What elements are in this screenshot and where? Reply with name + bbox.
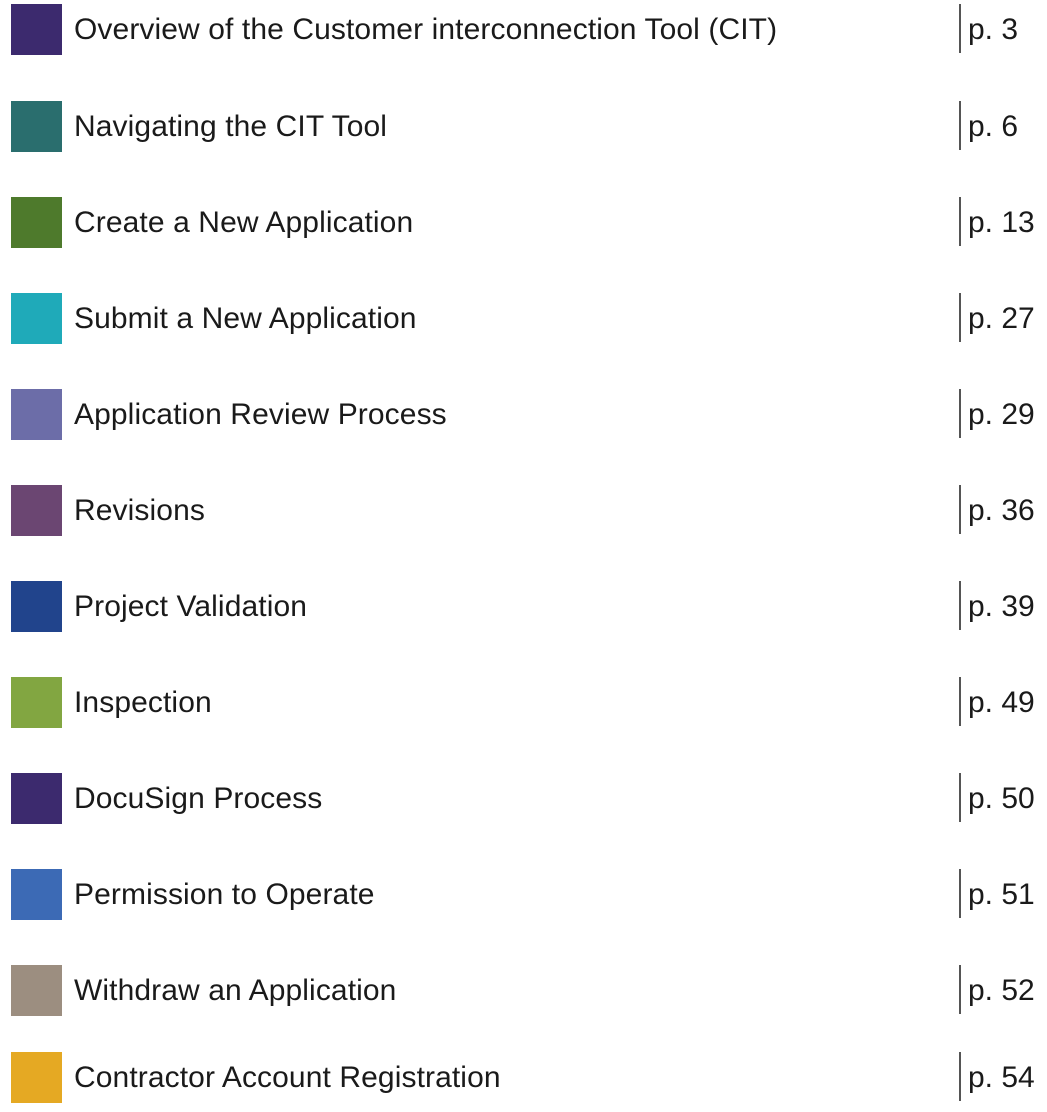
section-color-swatch xyxy=(11,101,62,152)
section-color-swatch xyxy=(11,197,62,248)
toc-entry-title[interactable]: Contractor Account Registration xyxy=(74,1060,501,1096)
toc-entry-page[interactable]: p. 54 xyxy=(968,1060,1035,1096)
page-divider xyxy=(959,869,961,918)
toc-entry-page[interactable]: p. 49 xyxy=(968,685,1035,721)
toc-entry[interactable]: Submit a New Application p. 27 xyxy=(0,293,1047,353)
toc-entry-title[interactable]: Navigating the CIT Tool xyxy=(74,109,387,145)
section-color-swatch xyxy=(11,869,62,920)
page-divider xyxy=(959,389,961,438)
section-color-swatch xyxy=(11,4,62,55)
toc-entry-title[interactable]: Overview of the Customer interconnection… xyxy=(74,12,777,48)
toc-entry-title[interactable]: Submit a New Application xyxy=(74,301,417,337)
toc-entry-page[interactable]: p. 6 xyxy=(968,109,1018,145)
section-color-swatch xyxy=(11,1052,62,1103)
section-color-swatch xyxy=(11,581,62,632)
toc-entry[interactable]: Inspection p. 49 xyxy=(0,677,1047,737)
toc-entry-page[interactable]: p. 39 xyxy=(968,589,1035,625)
section-color-swatch xyxy=(11,389,62,440)
toc-entry-title[interactable]: Revisions xyxy=(74,493,205,529)
toc-entry-page[interactable]: p. 51 xyxy=(968,877,1035,913)
toc-entry-title[interactable]: DocuSign Process xyxy=(74,781,322,817)
page-divider xyxy=(959,293,961,342)
toc-entry-page[interactable]: p. 52 xyxy=(968,973,1035,1009)
page-divider xyxy=(959,1052,961,1101)
toc-entry-page[interactable]: p. 27 xyxy=(968,301,1035,337)
toc-entry[interactable]: Permission to Operate p. 51 xyxy=(0,869,1047,929)
toc-entry[interactable]: Revisions p. 36 xyxy=(0,485,1047,545)
toc-entry-page[interactable]: p. 29 xyxy=(968,397,1035,433)
toc-entry-page[interactable]: p. 36 xyxy=(968,493,1035,529)
toc-entry-title[interactable]: Project Validation xyxy=(74,589,307,625)
toc-entry[interactable]: Create a New Application p. 13 xyxy=(0,197,1047,257)
toc-entry[interactable]: Overview of the Customer interconnection… xyxy=(0,4,1047,64)
section-color-swatch xyxy=(11,293,62,344)
toc-entry[interactable]: Application Review Process p. 29 xyxy=(0,389,1047,449)
toc-entry-title[interactable]: Permission to Operate xyxy=(74,877,375,913)
page-divider xyxy=(959,965,961,1014)
toc-entry[interactable]: Contractor Account Registration p. 54 xyxy=(0,1052,1047,1112)
page-divider xyxy=(959,101,961,150)
page-divider xyxy=(959,4,961,53)
page-divider xyxy=(959,485,961,534)
page-divider xyxy=(959,581,961,630)
section-color-swatch xyxy=(11,485,62,536)
toc-entry[interactable]: Project Validation p. 39 xyxy=(0,581,1047,641)
toc-entry-page[interactable]: p. 3 xyxy=(968,12,1018,48)
toc-entry-title[interactable]: Create a New Application xyxy=(74,205,413,241)
page-divider xyxy=(959,197,961,246)
section-color-swatch xyxy=(11,965,62,1016)
toc-entry[interactable]: DocuSign Process p. 50 xyxy=(0,773,1047,833)
toc-entry[interactable]: Withdraw an Application p. 52 xyxy=(0,965,1047,1025)
toc-entry-page[interactable]: p. 13 xyxy=(968,205,1035,241)
toc-entry-title[interactable]: Inspection xyxy=(74,685,212,721)
section-color-swatch xyxy=(11,773,62,824)
toc-entry[interactable]: Navigating the CIT Tool p. 6 xyxy=(0,101,1047,161)
page-divider xyxy=(959,677,961,726)
page-divider xyxy=(959,773,961,822)
toc-entry-title[interactable]: Application Review Process xyxy=(74,397,447,433)
section-color-swatch xyxy=(11,677,62,728)
toc-entry-title[interactable]: Withdraw an Application xyxy=(74,973,396,1009)
table-of-contents: Overview of the Customer interconnection… xyxy=(0,0,1047,1105)
toc-entry-page[interactable]: p. 50 xyxy=(968,781,1035,817)
